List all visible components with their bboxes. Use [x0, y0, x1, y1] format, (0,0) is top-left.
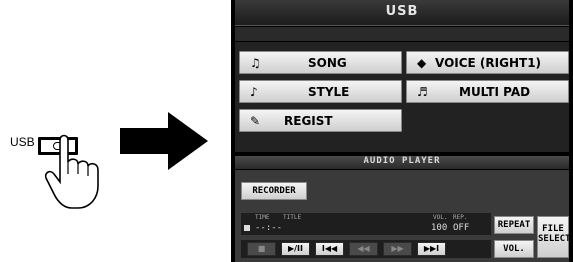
time-value: --:-- [255, 223, 283, 233]
volume-button[interactable]: VOL. [494, 240, 534, 258]
file-select-line2: SELECT [538, 234, 571, 244]
title-subbar [235, 27, 569, 41]
song-button[interactable]: ♫ SONG [239, 51, 402, 74]
style-button[interactable]: ♪ STYLE [239, 80, 402, 103]
stop-indicator-icon [244, 225, 250, 231]
style-label: STYLE [308, 85, 350, 99]
fast-forward-button[interactable]: ▶▶ [383, 242, 412, 256]
file-select-line1: FILE [542, 224, 564, 234]
voice-right1-button[interactable]: ◆ VOICE (RIGHT1) [406, 51, 569, 74]
stop-button[interactable]: ■ [247, 242, 276, 256]
audio-player-panel: RECORDER TIME TITLE VOL. REP. --:-- 100 … [235, 170, 571, 262]
vol-header: VOL. [433, 214, 448, 221]
multi-pad-button[interactable]: ♬ MULTI PAD [406, 80, 569, 103]
next-track-button[interactable]: ▶▶I [417, 242, 446, 256]
drum-icon: ♪ [250, 85, 258, 99]
rep-header: REP. [453, 214, 468, 221]
file-select-button[interactable]: FILE SELECT [537, 216, 571, 258]
rep-value: OFF [453, 223, 470, 233]
play-pause-button[interactable]: ▶/II [281, 242, 310, 256]
right-arrow-icon [120, 112, 208, 170]
music-note-icon: ♫ [250, 56, 261, 70]
recorder-button[interactable]: RECORDER [241, 182, 307, 200]
rewind-button[interactable]: ◀◀ [349, 242, 378, 256]
audio-player-header: AUDIO PLAYER [235, 156, 569, 169]
voice-label: VOICE (RIGHT1) [435, 56, 542, 70]
vol-value: 100 [431, 223, 448, 233]
screen-title-bar: USB [235, 0, 569, 26]
previous-track-button[interactable]: I◀◀ [315, 242, 344, 256]
song-label: SONG [308, 56, 347, 70]
transport-controls: ■ ▶/II I◀◀ ◀◀ ▶▶ ▶▶I [241, 240, 491, 258]
regist-button[interactable]: ✎ REGIST [239, 109, 402, 132]
regist-label: REGIST [284, 114, 333, 128]
title-header: TITLE [283, 214, 302, 221]
usb-screen: USB ♫ SONG ◆ VOICE (RIGHT1) ♪ STYLE ♬ MU… [231, 0, 573, 262]
multi-pad-label: MULTI PAD [459, 85, 531, 99]
usb-label: USB [10, 135, 35, 149]
playback-info: TIME TITLE VOL. REP. --:-- 100 OFF [241, 213, 491, 235]
repeat-button[interactable]: REPEAT [494, 216, 534, 234]
usb-menu: ♫ SONG ◆ VOICE (RIGHT1) ♪ STYLE ♬ MULTI … [235, 42, 569, 152]
screen-title: USB [385, 4, 419, 19]
time-header: TIME [255, 214, 270, 221]
audio-player-title: AUDIO PLAYER [363, 156, 441, 166]
registration-icon: ✎ [250, 114, 261, 128]
multi-pad-icon: ♬ [417, 85, 428, 99]
